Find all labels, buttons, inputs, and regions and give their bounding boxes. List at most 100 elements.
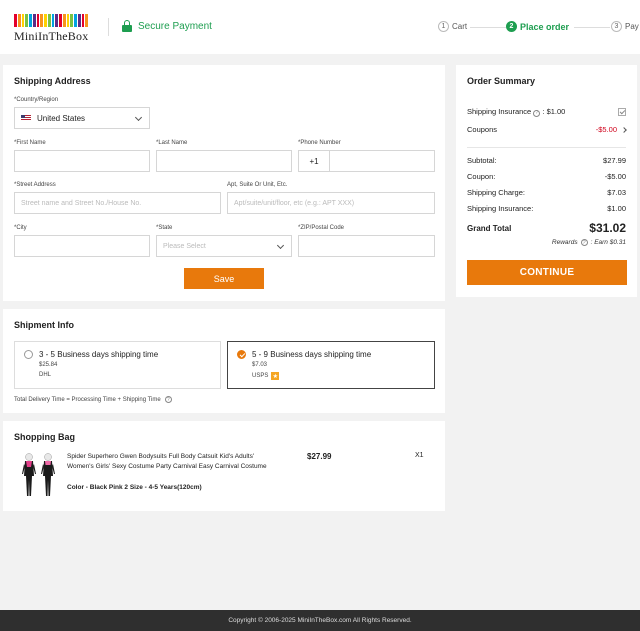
apt-label: Apt, Suite Or Unit, Etc. [227,182,288,188]
continue-button[interactable]: CONTINUE [467,260,627,285]
last-name-label: *Last Name [156,140,188,146]
checkout-steps: 1 Cart 2 Place order 3 Pay [436,21,640,33]
product-thumbnail-image[interactable] [18,452,60,500]
subtotal-label: Subtotal: [467,156,497,165]
question-icon[interactable]: ? [533,109,541,117]
shipping-option-usps[interactable]: 5 - 9 Business days shipping time $7.03 … [227,341,435,389]
logo-stripe [40,14,43,27]
street-input[interactable]: Street name and Street No./House No. [14,192,221,214]
save-address-button[interactable]: Save [184,268,264,289]
option-price: $7.03 [252,362,268,368]
logo-stripe [74,14,77,27]
option-title: 5 - 9 Business days shipping time [252,350,372,359]
option-carrier: USPS ★ [252,372,280,380]
country-value: United States [37,113,86,123]
section-title: Shopping Bag [14,432,75,442]
coupon-row: Coupon: -$5.00 [467,172,626,181]
shipping-charge-row: Shipping Charge: $7.03 [467,188,626,197]
logo-stripe [81,14,85,27]
delivery-time-note: Total Delivery Time = Processing Time + … [14,396,172,403]
subtotal-value: $27.99 [603,156,626,165]
summary-divider [467,147,626,148]
page-footer: Copyright © 2006-2025 MiniInTheBox.com A… [0,610,640,631]
step-label: Pay [625,22,639,31]
lock-icon [122,20,132,32]
shipping-option-dhl[interactable]: 3 - 5 Business days shipping time $25.84… [14,341,221,389]
question-icon[interactable]: ? [164,396,172,403]
page-header: MiniInTheBox Secure Payment 1 Cart 2 Pla… [0,0,640,54]
coupons-label: Coupons [467,125,498,134]
grand-total-label: Grand Total [467,223,512,233]
copyright-text: Copyright © 2006-2025 MiniInTheBox.com A… [228,617,412,624]
insurance-label-group: Shipping Insurance ? : $1.00 [467,107,565,117]
logo-stripe [66,14,70,27]
logo-stripe [25,14,28,27]
shipment-info-card: Shipment Info 3 - 5 Business days shippi… [3,309,445,413]
step-place-order: 2 Place order [506,21,569,32]
section-title: Shipping Address [14,76,91,86]
logo-stripe [21,14,25,27]
question-icon[interactable]: ? [580,239,588,246]
logo-stripes [14,14,88,27]
step-label: Cart [452,22,468,31]
radio-button-checked[interactable] [237,350,246,359]
chevron-right-icon [621,127,627,133]
product-name[interactable]: Spider Superhero Gwen Bodysuits Full Bod… [67,452,267,472]
logo-stripe [36,14,40,27]
phone-input[interactable] [329,150,435,172]
logo-stripe [29,14,32,27]
shipping-insurance-row: Shipping Insurance ? : $1.00 [467,107,626,117]
logo-stripe [44,14,47,27]
logo-stripe [85,14,88,27]
logo-stripe [77,14,81,27]
last-name-input[interactable] [156,150,292,172]
step-cart[interactable]: 1 Cart [438,21,467,32]
logo-stripe [32,14,36,27]
logo-stripe [55,14,58,27]
section-title: Order Summary [467,76,536,86]
step-label: Place order [520,21,570,32]
step-pay: 3 Pay [611,21,639,32]
coupons-row[interactable]: Coupons -$5.00 [467,125,627,134]
step-connector [574,27,610,28]
zip-input[interactable] [298,235,435,257]
carrier-name: DHL [39,372,52,378]
site-logo[interactable]: MiniInTheBox [14,14,88,44]
radio-button[interactable] [24,350,33,359]
shipping-insurance-total-label: Shipping Insurance: [467,204,534,213]
product-price: $27.99 [307,452,332,461]
state-placeholder: Please Select [163,242,206,250]
product-attributes: Color - Black Pink 2 Size - 4-5 Years(12… [67,484,202,491]
section-title: Shipment Info [14,320,74,330]
logo-stripe [17,14,21,27]
coupon-label: Coupon: [467,172,496,181]
coupons-value: -$5.00 [595,125,617,134]
first-name-label: *First Name [14,140,46,146]
us-flag-icon [21,115,31,121]
country-select[interactable]: United States [14,107,150,129]
rewards-label: Rewards [551,239,578,246]
product-quantity: X1 [415,452,424,459]
option-title: 3 - 5 Business days shipping time [39,350,159,359]
secure-payment-badge: Secure Payment [122,20,212,32]
header-divider [108,18,109,36]
city-input[interactable] [14,235,150,257]
first-name-input[interactable] [14,150,150,172]
state-select[interactable]: Please Select [156,235,292,257]
chevron-down-icon [276,241,285,250]
shipping-charge-value: $7.03 [607,188,626,197]
chevron-down-icon [134,113,143,122]
coupons-value-group: -$5.00 [595,125,627,134]
logo-stripe [47,14,51,27]
apt-input[interactable]: Apt/suite/unit/floor, etc (e.g.: APT XXX… [227,192,435,214]
carrier-name: USPS [252,373,269,379]
option-carrier: DHL [39,372,51,378]
step-number: 1 [438,21,449,32]
logo-stripe [70,14,73,27]
coupon-value: -$5.00 [604,172,626,181]
phone-code-select[interactable]: +1 [298,150,330,172]
insurance-checkbox[interactable] [618,107,626,116]
rewards-value: : Earn $0.31 [590,239,626,246]
logo-stripe [62,14,66,27]
logo-stripe [14,14,17,27]
